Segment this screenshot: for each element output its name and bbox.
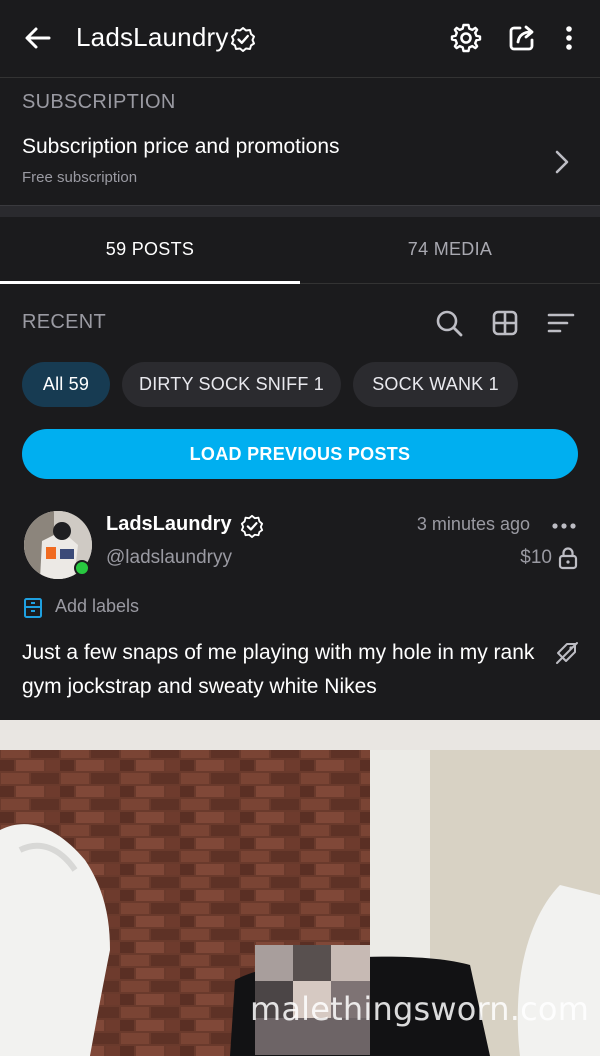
top-bar: LadsLaundry	[0, 0, 600, 78]
sort-icon[interactable]	[546, 308, 576, 338]
subscription-free-label: Free subscription	[22, 169, 138, 186]
chip-dirty-sock-sniff[interactable]: DIRTY SOCK SNIFF 1	[122, 362, 341, 407]
lock-icon	[558, 547, 578, 570]
chip-sock-wank[interactable]: SOCK WANK 1	[353, 362, 518, 407]
label-icon[interactable]	[22, 597, 44, 619]
share-icon[interactable]	[506, 22, 538, 54]
active-tab-indicator	[0, 281, 300, 284]
back-arrow-icon[interactable]	[22, 22, 54, 54]
online-status-dot	[74, 560, 90, 576]
search-icon[interactable]	[434, 308, 464, 338]
tab-posts[interactable]: 59 POSTS	[0, 217, 300, 283]
chip-all[interactable]: All 59	[22, 362, 110, 407]
chevron-right-icon[interactable]	[552, 149, 572, 175]
load-previous-posts-button[interactable]: LOAD PREVIOUS POSTS	[22, 429, 578, 479]
grid-view-icon[interactable]	[490, 308, 520, 338]
post-price: $10	[520, 547, 552, 568]
recent-heading: RECENT	[22, 311, 107, 333]
section-divider	[0, 205, 600, 217]
watermark-text: malethingsworn.com	[250, 990, 590, 1028]
profile-title: LadsLaundry	[76, 22, 229, 52]
add-labels-link[interactable]: Add labels	[55, 596, 139, 617]
subscription-section[interactable]: SUBSCRIPTION Subscription price and prom…	[0, 79, 600, 205]
tab-media[interactable]: 74 MEDIA	[300, 217, 600, 283]
content-tabs: 59 POSTS 74 MEDIA	[0, 217, 600, 284]
post-timestamp: 3 minutes ago	[416, 514, 530, 534]
subscription-heading: SUBSCRIPTION	[22, 91, 176, 113]
post-caption: Just a few snaps of me playing with my h…	[22, 641, 535, 698]
post-author-name[interactable]: LadsLaundry	[106, 513, 232, 536]
more-vertical-icon[interactable]	[553, 22, 585, 54]
no-tips-icon[interactable]	[554, 640, 580, 666]
verified-badge-icon	[240, 514, 264, 538]
subscription-price-label[interactable]: Subscription price and promotions	[22, 135, 340, 159]
post-author-handle[interactable]: @ladslaundryy	[106, 547, 232, 569]
more-horizontal-icon[interactable]	[550, 516, 578, 536]
verified-badge-icon	[231, 27, 255, 52]
settings-gear-icon[interactable]	[450, 22, 482, 54]
